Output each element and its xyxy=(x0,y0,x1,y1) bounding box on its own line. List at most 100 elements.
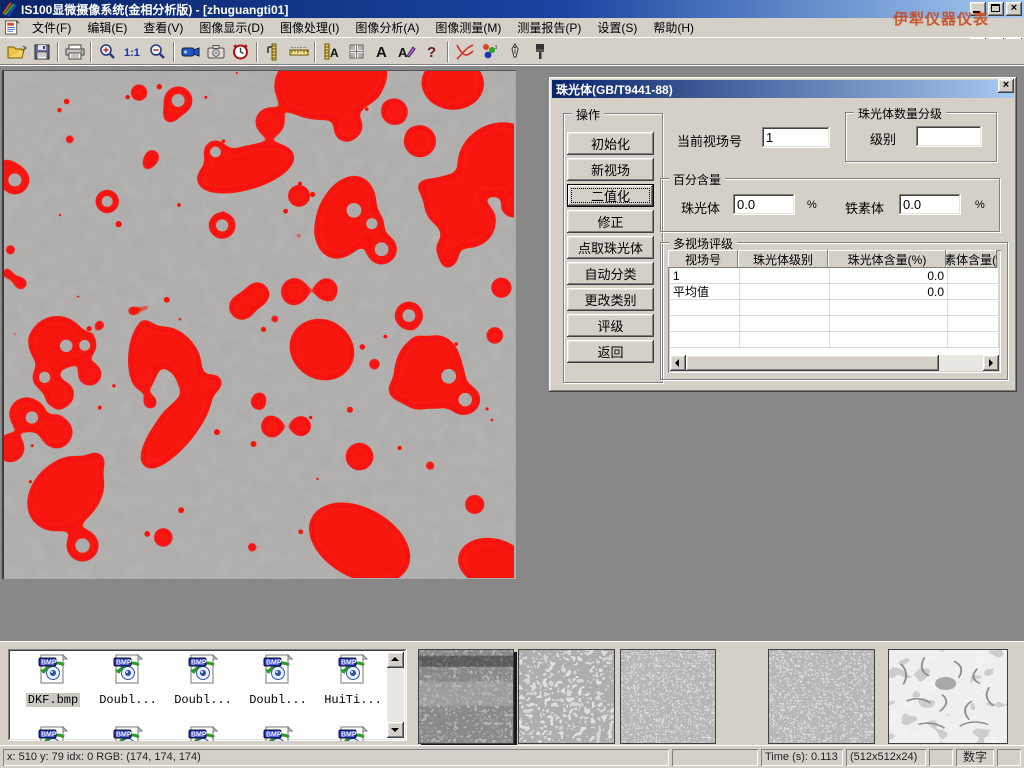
text-annotation-icon[interactable]: A xyxy=(369,41,394,63)
dialog-button-2[interactable]: 新视场 xyxy=(567,158,654,181)
maximize-button[interactable] xyxy=(988,2,1004,16)
file-item-7[interactable]: BMP xyxy=(95,725,161,741)
pearlite-dialog: 珠光体(GB/T9441-88) × 操作 初始化新视场二值化修正点取珠光体自动… xyxy=(549,77,1017,392)
table-row-4[interactable] xyxy=(670,316,999,332)
menu-item-5[interactable]: 图像处理(I) xyxy=(272,17,347,38)
table-header-2[interactable]: 珠光体级别 xyxy=(738,250,828,268)
thumbnail-5[interactable] xyxy=(888,649,1008,744)
menu-item-7[interactable]: 图像测量(M) xyxy=(427,17,509,38)
table-header-1[interactable]: 视场号 xyxy=(668,250,738,268)
actual-size-icon[interactable]: 1:1 xyxy=(120,41,145,63)
file-item-2[interactable]: BMP Doubl... xyxy=(95,653,161,708)
dialog-button-6[interactable]: 自动分类 xyxy=(567,262,654,285)
open-folder-icon[interactable] xyxy=(4,41,29,63)
file-item-10[interactable]: BMP xyxy=(320,725,386,741)
file-item-5[interactable]: BMP HuiTi... xyxy=(320,653,386,708)
metallographic-image[interactable] xyxy=(2,70,516,579)
file-item-4[interactable]: BMP Doubl... xyxy=(245,653,311,708)
timer-clock-icon[interactable] xyxy=(228,41,253,63)
curve-tool-icon[interactable] xyxy=(452,41,477,63)
table-row-1[interactable]: 10.0 xyxy=(670,268,999,284)
brush-tool-icon[interactable] xyxy=(527,41,552,63)
edit-text-icon[interactable]: A xyxy=(394,41,419,63)
table-header-4[interactable]: 铁素体含量(%) xyxy=(946,250,997,268)
dialog-close-button[interactable]: × xyxy=(998,79,1014,93)
table-cell xyxy=(830,332,948,348)
file-name[interactable]: DKF.bmp xyxy=(26,693,80,707)
table-horizontal-scrollbar[interactable] xyxy=(670,355,999,371)
menu-item-6[interactable]: 图像分析(A) xyxy=(347,17,427,38)
dialog-button-8[interactable]: 评级 xyxy=(567,314,654,337)
file-item-6[interactable]: BMP xyxy=(20,725,86,741)
particle-classes-icon[interactable]: 3 xyxy=(477,41,502,63)
pen-tool-icon[interactable] xyxy=(502,41,527,63)
file-name[interactable]: Doubl... xyxy=(172,693,234,707)
grade-input[interactable] xyxy=(916,126,982,147)
svg-text:BMP: BMP xyxy=(266,660,282,667)
thumbnail-3[interactable] xyxy=(620,649,716,744)
scroll-right-button[interactable] xyxy=(983,355,999,371)
capture-camera-icon[interactable] xyxy=(203,41,228,63)
file-item-3[interactable]: BMP Doubl... xyxy=(170,653,236,708)
caliper-icon[interactable] xyxy=(261,41,286,63)
ruler-icon[interactable] xyxy=(286,41,311,63)
menu-item-1[interactable]: 文件(F) xyxy=(24,17,79,38)
dialog-button-9[interactable]: 返回 xyxy=(567,340,654,363)
zoom-in-icon[interactable] xyxy=(95,41,120,63)
menu-item-3[interactable]: 查看(V) xyxy=(135,17,191,38)
table-row-5[interactable] xyxy=(670,332,999,348)
file-name[interactable]: HuiTi... xyxy=(322,693,384,707)
file-item-9[interactable]: BMP xyxy=(245,725,311,741)
file-list-scrollbar[interactable] xyxy=(387,652,404,738)
file-browser[interactable]: BMP DKF.bmp BMP Doubl... BMP Doubl... BM… xyxy=(8,649,407,741)
table-header-3[interactable]: 珠光体含量(%) xyxy=(828,250,946,268)
table-cell: 1 xyxy=(670,268,740,284)
scrollbar-thumb[interactable] xyxy=(686,355,939,371)
menu-item-2[interactable]: 编辑(E) xyxy=(79,17,135,38)
ferrite-input[interactable] xyxy=(899,194,961,215)
scrollbar-track[interactable] xyxy=(939,355,983,371)
svg-text:BMP: BMP xyxy=(41,660,57,667)
table-row-3[interactable] xyxy=(670,300,999,316)
menu-item-8[interactable]: 测量报告(P) xyxy=(509,17,589,38)
scroll-up-button[interactable] xyxy=(387,652,404,668)
table-cell xyxy=(948,332,999,348)
table-body[interactable]: 10.0平均值0.0 xyxy=(670,268,999,355)
dialog-title-bar[interactable]: 珠光体(GB/T9441-88) xyxy=(552,80,1014,98)
menu-item-10[interactable]: 帮助(H) xyxy=(645,17,702,38)
thumbnail-4[interactable] xyxy=(768,649,875,744)
menu-item-4[interactable]: 图像显示(D) xyxy=(191,17,272,38)
status-pane-empty-1 xyxy=(672,749,758,766)
dialog-button-5[interactable]: 点取珠光体 xyxy=(567,236,654,259)
pearlite-input[interactable] xyxy=(733,194,795,215)
image-size-status: (512x512x24) xyxy=(846,749,926,766)
dialog-button-1[interactable]: 初始化 xyxy=(567,132,654,155)
document-icon[interactable] xyxy=(4,20,20,35)
scroll-down-button[interactable] xyxy=(387,722,404,738)
thumbnail-2[interactable] xyxy=(518,649,615,744)
measure-text-icon[interactable]: A xyxy=(319,41,344,63)
grid-measure-icon[interactable] xyxy=(344,41,369,63)
dialog-button-7[interactable]: 更改类别 xyxy=(567,288,654,311)
print-icon[interactable] xyxy=(62,41,87,63)
dialog-button-3[interactable]: 二值化 xyxy=(567,184,654,207)
table-row-2[interactable]: 平均值0.0 xyxy=(670,284,999,300)
scroll-left-button[interactable] xyxy=(670,355,686,371)
table-cell xyxy=(948,284,999,300)
zoom-out-icon[interactable] xyxy=(145,41,170,63)
file-item-1[interactable]: BMP DKF.bmp xyxy=(20,653,86,708)
help-icon[interactable]: ? xyxy=(419,41,444,63)
table-cell xyxy=(948,316,999,332)
file-name[interactable]: Doubl... xyxy=(247,693,309,707)
current-field-input[interactable] xyxy=(762,127,830,148)
thumbnail-1[interactable] xyxy=(418,649,514,744)
video-camera-icon[interactable] xyxy=(178,41,203,63)
dialog-button-4[interactable]: 修正 xyxy=(567,210,654,233)
bottom-panel: BMP DKF.bmp BMP Doubl... BMP Doubl... BM… xyxy=(0,641,1024,745)
file-name[interactable]: Doubl... xyxy=(97,693,159,707)
close-button[interactable]: × xyxy=(1006,2,1022,16)
save-icon[interactable] xyxy=(29,41,54,63)
menu-item-9[interactable]: 设置(S) xyxy=(589,17,645,38)
ferrite-percent-sign: % xyxy=(975,199,985,211)
file-item-8[interactable]: BMP xyxy=(170,725,236,741)
